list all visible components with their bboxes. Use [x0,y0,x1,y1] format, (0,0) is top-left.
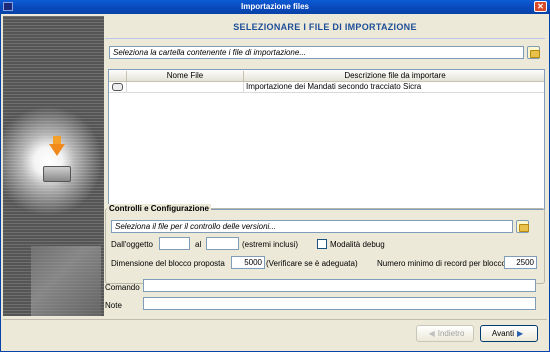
min-records-input[interactable]: 2500 [504,256,537,269]
next-arrow-icon: ▶ [516,329,524,338]
column-header-icon [109,71,127,81]
next-button-label: Avanti [491,329,514,338]
table-row[interactable]: Importazione dei Mandati secondo traccia… [109,82,544,93]
wizard-side-banner [3,16,104,316]
command-label: Comando [105,283,140,292]
description-cell: Importazione dei Mandati secondo traccia… [246,82,422,91]
footer-divider [3,319,547,320]
notes-input[interactable] [143,297,536,310]
command-input[interactable] [143,279,536,292]
file-type-icon [112,83,123,91]
heading-divider [105,38,545,39]
import-arrow-icon [49,144,65,156]
title-bar: Importazione files ✕ [0,0,550,13]
row-icon-cell [109,82,127,92]
block-size-hint: (Verificare se è adeguata) [266,259,358,268]
back-arrow-icon: ◀ [428,329,435,338]
inbox-tray-icon [43,166,71,182]
back-button-label: Indietro [437,329,465,338]
inclusive-note: (estremi inclusi) [242,240,299,249]
file-table: Nome File Descrizione file da importare … [108,69,545,210]
debug-mode-label: Modalità debug [330,240,385,249]
min-records-label: Numero minimo di record per blocco [377,259,506,268]
page-heading: SELEZIONARE I FILE DI IMPORTAZIONE [233,22,417,32]
back-button[interactable]: ◀ Indietro [416,325,474,342]
banner-glow [3,106,103,216]
next-button[interactable]: Avanti ▶ [480,325,538,342]
block-size-label: Dimensione del blocco proposta [111,259,225,268]
notes-label: Note [105,301,122,310]
folder-browse-button[interactable] [527,46,540,59]
from-object-label: Dall'oggetto [111,240,153,249]
wizard-window: SELEZIONARE I FILE DI IMPORTAZIONE Selez… [0,13,550,352]
to-label: al [195,240,202,249]
from-object-input[interactable] [159,237,190,250]
column-header-filename[interactable]: Nome File [127,71,244,81]
close-button[interactable]: ✕ [534,1,547,12]
controls-group-title: Controlli e Configurazione [107,204,211,213]
table-header: Nome File Descrizione file da importare [109,70,544,82]
version-browse-button[interactable] [516,220,529,233]
banner-box-graphic [31,246,101,316]
version-file-input[interactable]: Seleziona il file per il controllo delle… [111,220,513,233]
debug-mode-checkbox[interactable] [317,239,327,249]
window-title: Importazione files [240,2,309,11]
to-object-input[interactable] [206,237,239,250]
block-size-input[interactable]: 5000 [231,256,265,269]
folder-path-input[interactable]: Seleziona la cartella contenente i file … [109,46,524,59]
filename-cell[interactable] [127,82,244,92]
column-header-description[interactable]: Descrizione file da importare [244,71,546,81]
